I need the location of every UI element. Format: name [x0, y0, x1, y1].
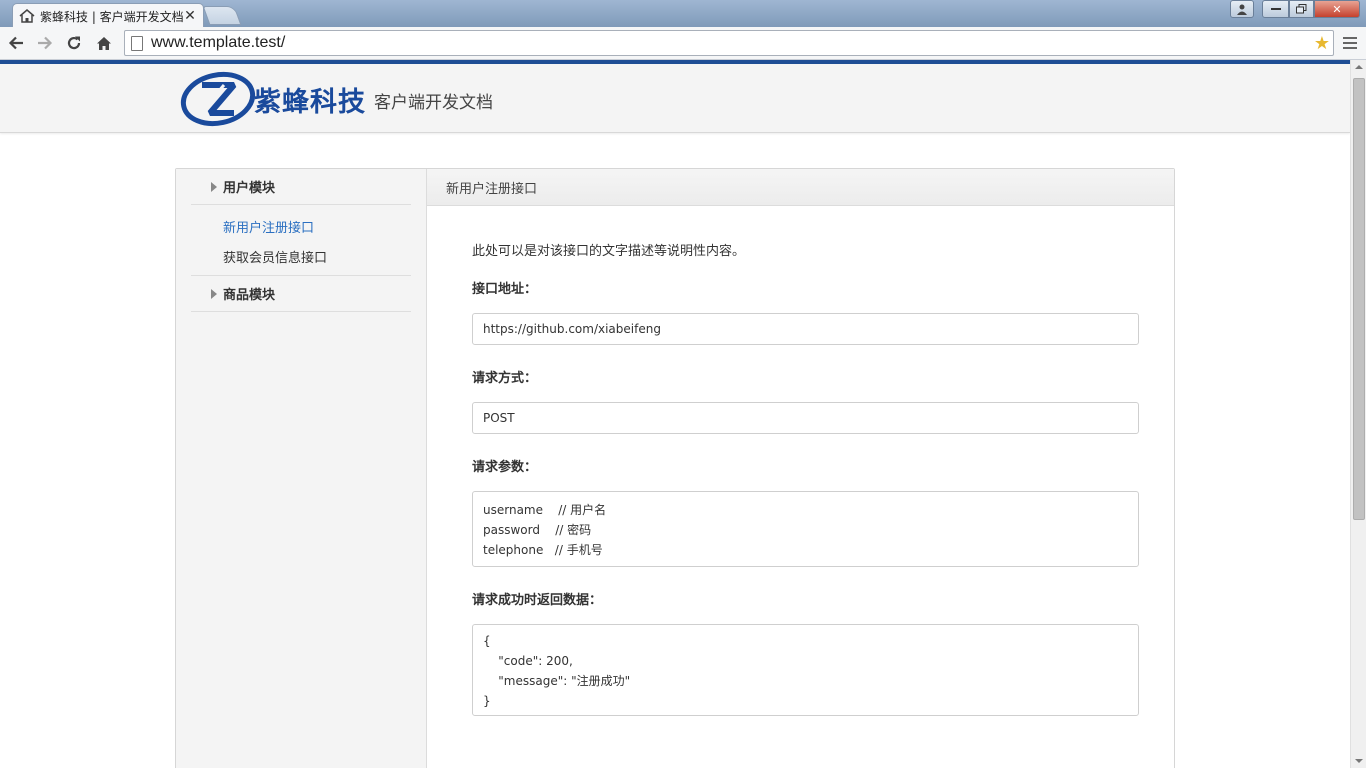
site-header: 紫蜂科技 客户端开发文档 [0, 64, 1350, 133]
forward-arrow-icon[interactable] [33, 32, 57, 54]
menu-group-label: 商品模块 [223, 288, 276, 303]
browser-tab[interactable]: 紫蜂科技 | 客户端开发文档 ✕ [12, 3, 204, 28]
restore-button[interactable] [1289, 0, 1314, 18]
sidebar-item-member-info[interactable]: 获取会员信息接口 [191, 241, 411, 271]
menu-group-user: 用户模块 新用户注册接口 获取会员信息接口 [191, 169, 411, 276]
url-label: 接口地址： [472, 282, 538, 297]
caret-right-icon [211, 181, 217, 192]
param-line: telephone // 手机号 [483, 543, 603, 557]
sidebar-item-register[interactable]: 新用户注册接口 [191, 211, 411, 241]
content-title: 新用户注册接口 [427, 169, 1174, 206]
scroll-down-icon[interactable] [1355, 759, 1363, 763]
response-line: "message": "注册成功" [483, 674, 631, 688]
api-description: 此处可以是对该接口的文字描述等说明性内容。 [472, 244, 746, 259]
doc-frame: 用户模块 新用户注册接口 获取会员信息接口 商品模块 新用户注册接口 此处可以是… [175, 168, 1175, 768]
caret-right-icon [211, 288, 217, 299]
minimize-button[interactable] [1262, 0, 1289, 18]
menu-group-header[interactable]: 商品模块 [191, 276, 411, 311]
menu-group-goods: 商品模块 [191, 276, 411, 312]
home-icon [19, 8, 35, 24]
menu-group-header[interactable]: 用户模块 [191, 169, 411, 204]
url-field[interactable]: https://github.com/xiabeifeng [472, 313, 1139, 345]
new-tab-button[interactable] [202, 6, 242, 25]
method-label: 请求方式： [472, 371, 538, 386]
page-scrollbar[interactable] [1350, 60, 1366, 768]
window-close-button[interactable]: ✕ [1314, 0, 1360, 18]
response-field[interactable]: { "code": 200, "message": "注册成功" } [472, 624, 1139, 716]
window-controls: ✕ [1230, 0, 1360, 18]
response-line: "code": 200, [483, 654, 573, 668]
sidebar: 用户模块 新用户注册接口 获取会员信息接口 商品模块 [176, 169, 427, 768]
site-subtitle: 客户端开发文档 [374, 93, 493, 113]
back-arrow-icon[interactable] [4, 32, 28, 54]
scroll-thumb[interactable] [1353, 78, 1365, 520]
param-line: username // 用户名 [483, 503, 607, 517]
logo-mark-icon [180, 71, 256, 127]
scroll-up-icon[interactable] [1355, 65, 1363, 69]
star-icon[interactable]: ★ [1314, 33, 1330, 54]
page-icon [131, 35, 143, 51]
url-text: www.template.test/ [151, 34, 286, 51]
content-body: 此处可以是对该接口的文字描述等说明性内容。 接口地址： https://gith… [427, 206, 1174, 716]
reload-icon[interactable] [62, 32, 86, 54]
method-field[interactable]: POST [472, 402, 1139, 434]
brand-name: 紫蜂科技 [254, 87, 366, 118]
content-panel: 新用户注册接口 此处可以是对该接口的文字描述等说明性内容。 接口地址： http… [427, 169, 1174, 768]
param-line: password // 密码 [483, 523, 592, 537]
close-icon[interactable]: ✕ [183, 9, 197, 23]
params-label: 请求参数： [472, 460, 538, 475]
sub-menu: 新用户注册接口 获取会员信息接口 [191, 204, 411, 275]
tab-title: 紫蜂科技 | 客户端开发文档 [40, 9, 183, 24]
menu-group-label: 用户模块 [223, 181, 276, 196]
home-icon[interactable] [92, 32, 116, 54]
browser-titlebar: 紫蜂科技 | 客户端开发文档 ✕ ✕ [0, 0, 1366, 28]
response-line: } [483, 694, 491, 708]
response-line: { [483, 634, 491, 648]
browser-toolbar: www.template.test/ ★ [0, 27, 1366, 60]
address-bar[interactable]: www.template.test/ ★ [124, 30, 1334, 56]
hamburger-menu-icon[interactable] [1343, 37, 1357, 52]
params-field[interactable]: username // 用户名 password // 密码 telephone… [472, 491, 1139, 567]
response-label: 请求成功时返回数据： [472, 593, 603, 608]
user-icon[interactable] [1230, 0, 1254, 18]
